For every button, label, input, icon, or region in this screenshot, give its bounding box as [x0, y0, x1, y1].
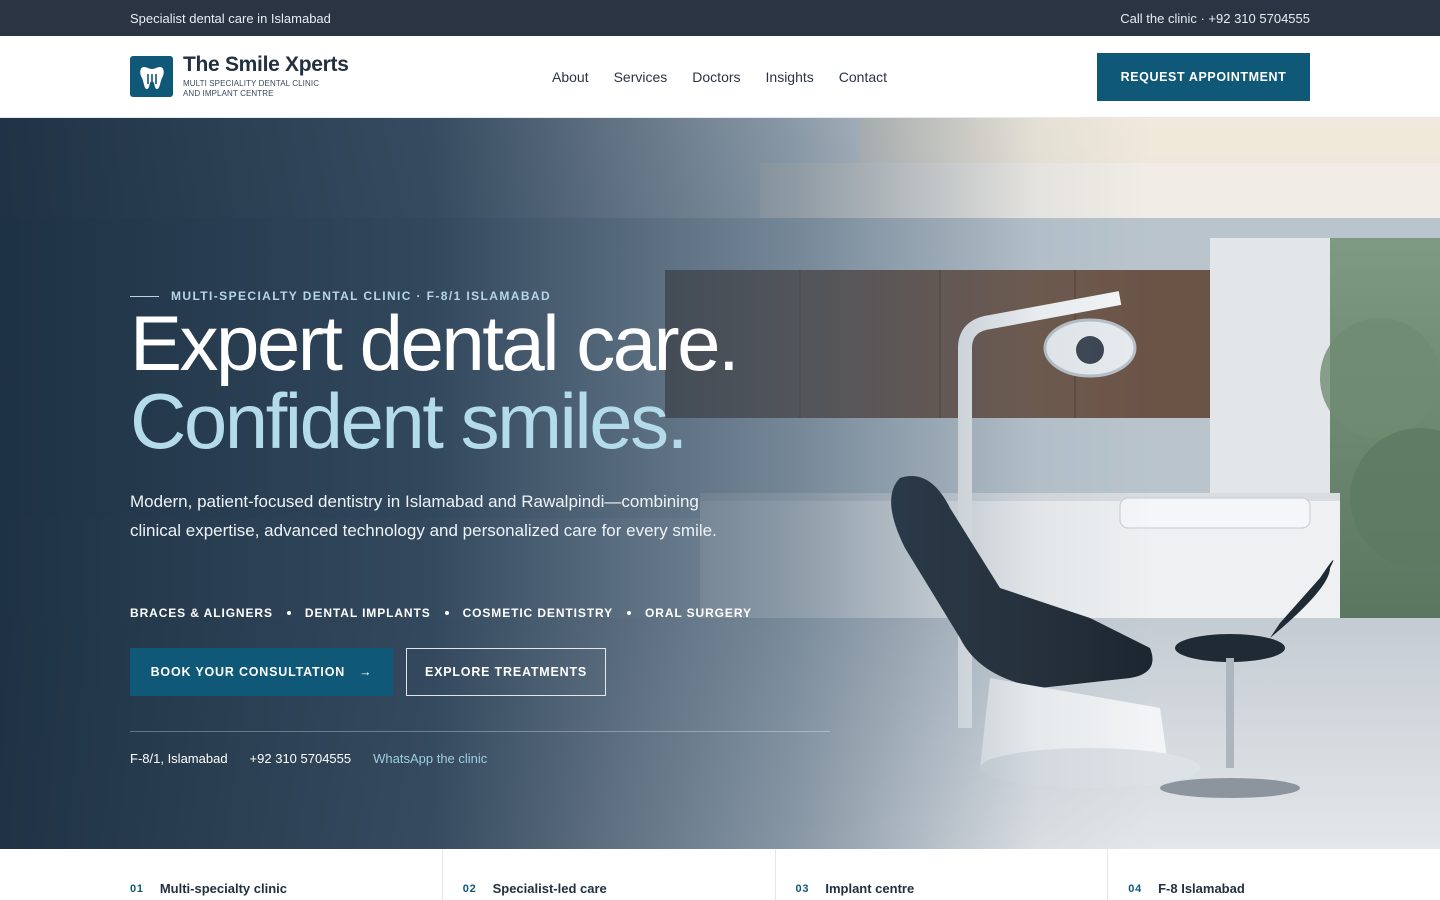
- service-tags: BRACES & ALIGNERS DENTAL IMPLANTS COSMET…: [130, 606, 752, 620]
- whatsapp-link[interactable]: WhatsApp the clinic: [373, 751, 487, 766]
- tag-implants: DENTAL IMPLANTS: [304, 606, 431, 620]
- tag-cosmetic: COSMETIC DENTISTRY: [462, 606, 614, 620]
- tag-surgery: ORAL SURGERY: [645, 606, 752, 620]
- topbar-tagline: Specialist dental care in Islamabad: [130, 10, 331, 26]
- nav-about[interactable]: About: [552, 69, 589, 85]
- hero-section: MULTI-SPECIALTY DENTAL CLINIC · F-8/1 IS…: [0, 118, 1440, 849]
- nav-doctors[interactable]: Doctors: [692, 69, 740, 85]
- tag-separator: [444, 611, 449, 615]
- feature-number: 04: [1128, 883, 1143, 895]
- main-nav: About Services Doctors Insights Contact: [552, 36, 887, 118]
- hero-lede: Modern, patient-focused dentistry in Isl…: [130, 492, 717, 540]
- eyebrow-rule: [130, 295, 159, 297]
- nav-contact[interactable]: Contact: [839, 69, 887, 85]
- headline-line-1: Expert dental care.: [130, 299, 740, 387]
- features-strip: 01 Multi-specialty clinic 02 Specialist-…: [0, 849, 1440, 900]
- address-link[interactable]: F-8/1, Islamabad: [130, 751, 228, 766]
- feature-item: 02 Specialist-led care: [443, 849, 776, 900]
- tag-separator: [627, 611, 632, 615]
- headline-line-2: Confident smiles.: [130, 377, 688, 465]
- logo-text: The Smile Xperts MULTI SPECIALITY DENTAL…: [183, 54, 349, 99]
- arrow-right-icon: →: [359, 665, 373, 679]
- brand-name: The Smile Xperts: [183, 53, 349, 76]
- book-consultation-label: BOOK YOUR CONSULTATION: [150, 665, 346, 679]
- hero-overlay: [0, 118, 1440, 849]
- request-appointment-button[interactable]: REQUEST APPOINTMENT: [1097, 53, 1310, 101]
- hero-divider: [130, 731, 830, 732]
- logo[interactable]: The Smile Xperts MULTI SPECIALITY DENTAL…: [130, 54, 349, 99]
- top-bar: Specialist dental care in Islamabad Call…: [0, 0, 1440, 36]
- feature-item: 01 Multi-specialty clinic: [0, 849, 443, 900]
- brand-sub-1: MULTI SPECIALITY DENTAL CLINIC: [183, 79, 320, 88]
- feature-number: 03: [795, 883, 810, 895]
- nav-insights[interactable]: Insights: [766, 69, 814, 85]
- hero-contact-row: F-8/1, Islamabad +92 310 5704555 WhatsAp…: [130, 751, 487, 766]
- feature-label: F-8 Islamabad: [1158, 881, 1245, 896]
- explore-treatments-button[interactable]: EXPLORE TREATMENTS: [406, 648, 606, 696]
- tooth-logo-icon: [130, 56, 173, 97]
- nav-services[interactable]: Services: [614, 69, 668, 85]
- feature-label: Implant centre: [825, 881, 915, 896]
- feature-label: Multi-specialty clinic: [159, 881, 287, 896]
- brand-sub-2: AND IMPLANT CENTRE: [183, 89, 274, 98]
- feature-number: 02: [462, 883, 477, 895]
- tag-braces: BRACES & ALIGNERS: [130, 606, 273, 620]
- phone-link[interactable]: +92 310 5704555: [250, 751, 352, 766]
- feature-item: 04 F-8 Islamabad: [1108, 849, 1440, 900]
- book-consultation-button[interactable]: BOOK YOUR CONSULTATION →: [130, 648, 393, 696]
- site-header: The Smile Xperts MULTI SPECIALITY DENTAL…: [0, 36, 1440, 118]
- feature-number: 01: [130, 883, 144, 895]
- topbar-call-link[interactable]: Call the clinic · +92 310 5704555: [1120, 11, 1310, 26]
- feature-label: Specialist-led care: [492, 881, 607, 896]
- tag-separator: [286, 611, 291, 615]
- feature-item: 03 Implant centre: [776, 849, 1109, 900]
- hero-headline: Expert dental care. Confident smiles.: [130, 299, 740, 465]
